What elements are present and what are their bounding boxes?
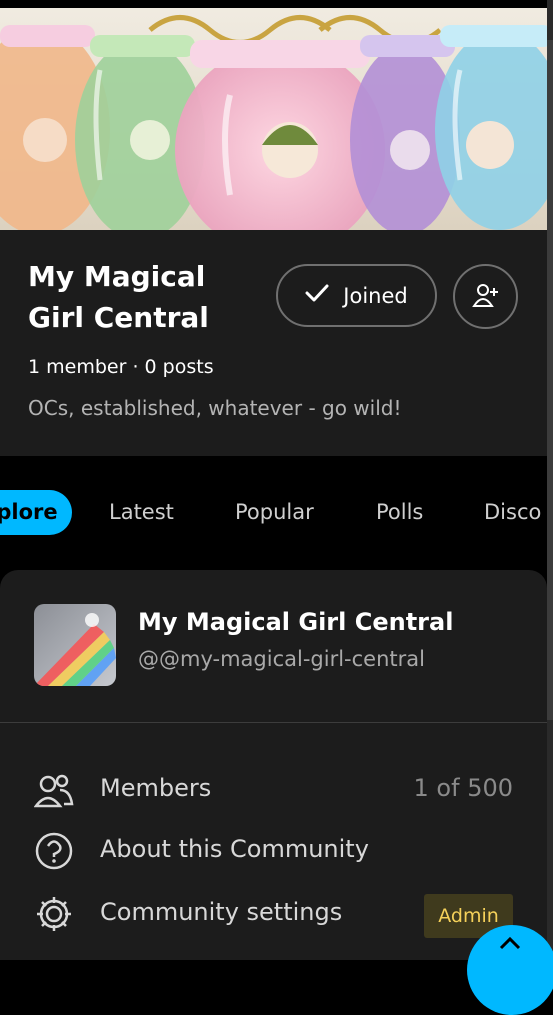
about-row[interactable]: About this Community — [0, 823, 547, 877]
community-stats: 1 member · 0 posts — [28, 356, 214, 378]
community-info-card: My Magical Girl Central @@my-magical-gir… — [0, 570, 547, 960]
community-description: OCs, established, whatever - go wild! — [28, 396, 402, 420]
checkmark-icon — [305, 283, 329, 308]
tab-discover[interactable]: Disco — [484, 490, 541, 535]
community-banner-image — [0, 0, 553, 230]
member-count: 1 member — [28, 356, 127, 378]
scroll-top-button[interactable] — [467, 925, 553, 1015]
chevron-up-icon — [498, 935, 522, 955]
stats-separator: · — [132, 356, 139, 378]
tab-popular[interactable]: Popular — [235, 490, 314, 535]
members-icon — [33, 770, 74, 810]
add-user-icon — [471, 280, 501, 314]
members-count: 1 of 500 — [413, 774, 513, 802]
gear-icon — [34, 894, 74, 934]
tab-explore[interactable]: plore — [0, 490, 72, 535]
page-title: My Magical Girl Central — [28, 260, 209, 334]
card-community-name: My Magical Girl Central — [138, 608, 454, 636]
settings-label: Community settings — [100, 898, 343, 926]
community-tabs: plore Latest Popular Polls Disco — [0, 456, 553, 570]
members-row[interactable]: Members 1 of 500 — [0, 762, 547, 816]
post-count: 0 posts — [144, 356, 214, 378]
scrollbar-thumb[interactable] — [547, 40, 553, 720]
question-icon — [34, 831, 74, 871]
members-label: Members — [100, 774, 212, 802]
joined-button[interactable]: Joined — [276, 264, 437, 327]
tab-polls[interactable]: Polls — [376, 490, 423, 535]
divider — [0, 722, 547, 723]
community-handle: @@my-magical-girl-central — [138, 647, 425, 671]
invite-user-button[interactable] — [453, 264, 518, 329]
about-label: About this Community — [100, 835, 369, 863]
tab-latest[interactable]: Latest — [109, 490, 174, 535]
community-header: My Magical Girl Central 1 member · 0 pos… — [0, 230, 553, 456]
community-avatar[interactable] — [34, 604, 116, 686]
joined-label: Joined — [343, 283, 408, 308]
settings-row[interactable]: Community settings Admin — [0, 886, 547, 940]
